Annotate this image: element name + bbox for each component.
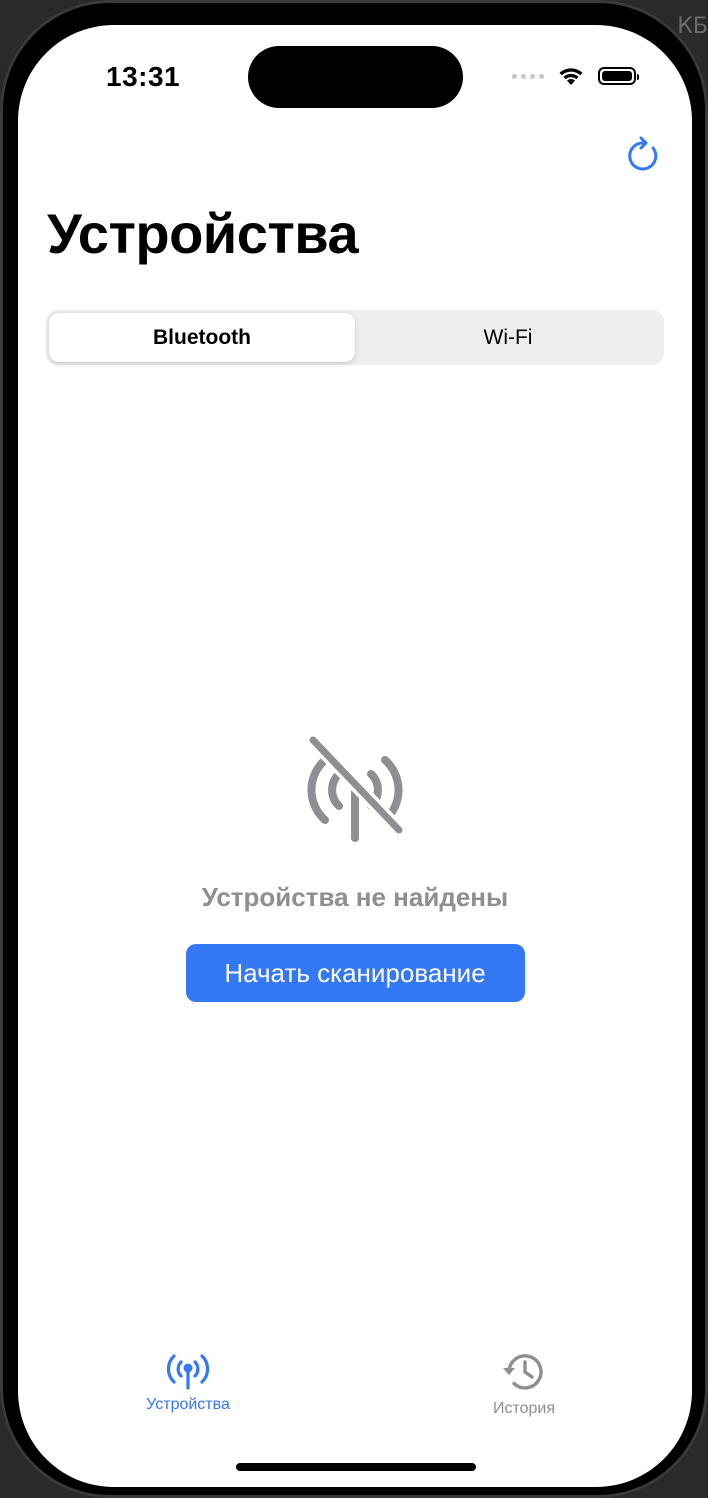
connection-type-segmented-control: Bluetooth Wi-Fi	[46, 310, 664, 365]
phone-frame: 13:31 Устройства Bluetooth Wi-Fi Устройс…	[0, 0, 708, 1498]
tab-devices-label: Устройства	[146, 1396, 230, 1413]
app-screen: 13:31 Устройства Bluetooth Wi-Fi Устройс…	[18, 25, 692, 1487]
refresh-button[interactable]	[622, 135, 664, 177]
status-time: 13:31	[106, 61, 181, 92]
segment-wifi[interactable]: Wi-Fi	[355, 313, 661, 362]
tab-history[interactable]: История	[444, 1350, 604, 1418]
antenna-slash-icon	[306, 733, 406, 842]
antenna-icon	[166, 1354, 210, 1390]
tab-bar: Устройства История	[18, 1340, 692, 1440]
empty-state-message: Устройства не найдены	[201, 882, 509, 912]
page-title: Устройства	[47, 202, 359, 265]
tab-devices[interactable]: Устройства	[108, 1350, 268, 1414]
history-clock-icon	[503, 1354, 543, 1390]
refresh-icon	[628, 136, 658, 171]
tab-history-label: История	[492, 1400, 556, 1417]
battery-icon	[598, 67, 639, 85]
status-icons	[512, 65, 639, 87]
home-indicator[interactable]	[236, 1463, 476, 1471]
cellular-signal-icon	[512, 73, 544, 79]
dynamic-island	[248, 46, 463, 108]
wifi-icon	[559, 68, 583, 85]
start-scan-button[interactable]: Начать сканирование	[185, 944, 525, 1002]
background-window-text: КБ	[677, 14, 708, 39]
empty-state: Устройства не найдены Начать сканировани…	[18, 730, 692, 1002]
segment-bluetooth[interactable]: Bluetooth	[49, 313, 355, 362]
